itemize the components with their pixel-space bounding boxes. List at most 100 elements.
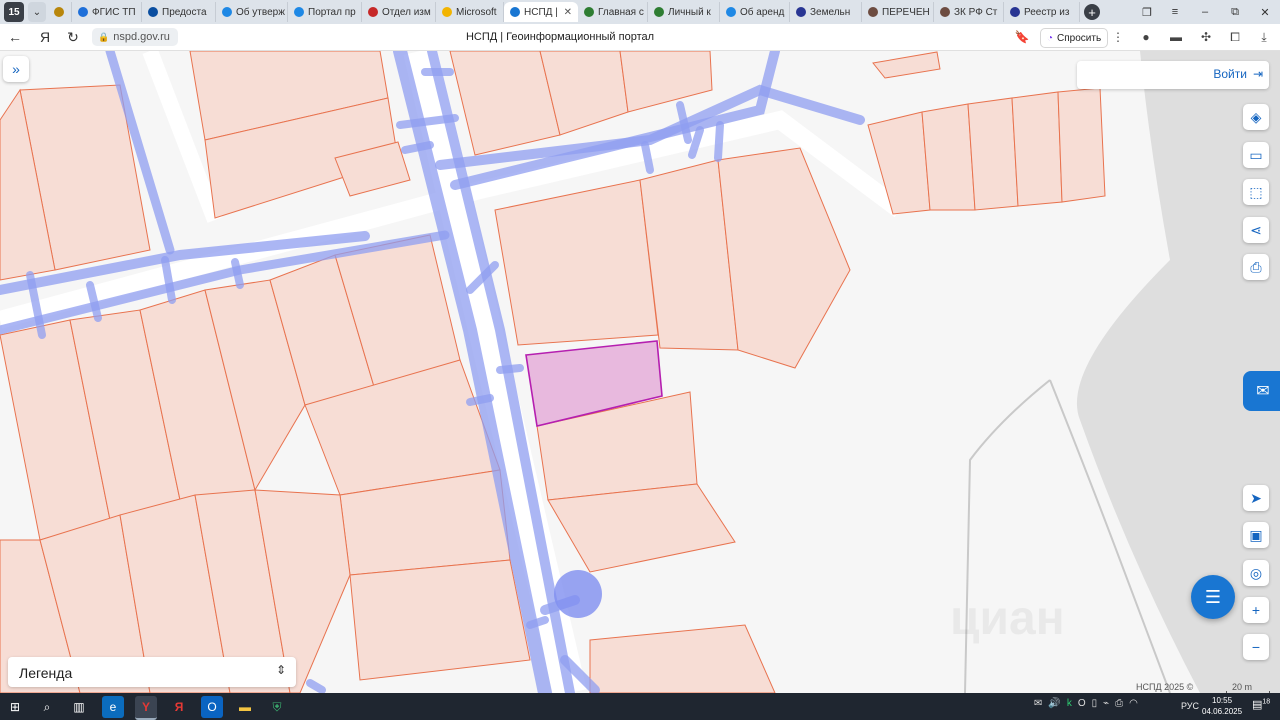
edge-app[interactable]: e [102,696,124,718]
login-label: Войти [1213,67,1247,81]
favicon-icon [1010,7,1020,17]
menu-button[interactable]: ≡ [1166,3,1184,21]
notification-count: 18 [1262,698,1271,706]
minimap-button[interactable]: ▣ [1243,522,1269,548]
bookmark-button[interactable]: 🔖 [1014,29,1030,45]
ask-button[interactable]: ◔ Спросить [1040,28,1109,48]
zoom-out-button[interactable]: − [1243,634,1269,660]
system-tray[interactable]: ✉ 🔊 k O ▯ ⌁ ⎙ ◠ [1034,698,1138,709]
land-parcel [494,179,659,346]
tab-label: Отдел изм [382,6,431,18]
login-button[interactable]: Войти ⇥ [1213,67,1263,81]
tab-label: Об утверж [236,6,285,18]
geolocation-button[interactable]: ◎ [1243,560,1269,586]
feedback-icon: ✉ [1256,383,1270,400]
collections-button[interactable]: ⧠ [1227,29,1243,45]
yandex-browser-icon: Y [141,700,150,714]
close-window-button[interactable]: ✕ [1256,3,1274,21]
tab[interactable]: Об утверж [216,2,288,22]
extension-button-1[interactable]: ● [1138,29,1154,45]
favicon-icon [584,7,594,17]
tab-label: Личный к [668,6,711,18]
collections-icon: ⧠ [1230,29,1240,44]
zoom-out-icon: − [1251,639,1261,655]
tab[interactable]: Реестр из [1004,2,1080,22]
security-app[interactable]: ⛨ [266,696,288,718]
downloads-button[interactable]: ⤓ [1256,29,1272,45]
select-area-icon: ⬚ [1249,183,1263,200]
notifications-button[interactable]: ▤18 [1252,698,1271,714]
minimize-button[interactable]: – [1196,3,1214,21]
tab-label: Главная с [598,6,644,18]
tab[interactable]: Главная с [578,2,648,22]
tab[interactable]: Об аренд [720,2,790,22]
tab-label: Портал пр [308,6,356,18]
tab-label: Предоста [162,6,207,18]
tab-list-dropdown[interactable]: ⌄ [28,2,46,22]
chevron-down-icon: ⌄ [32,6,42,18]
utility-line [641,141,654,174]
tab-groups-button[interactable]: ❐ [1138,3,1156,21]
restore-icon: ⧉ [1231,5,1239,18]
ruler-icon: ▭ [1249,146,1263,163]
tab[interactable]: ФГИС ТП [72,2,142,22]
select-area-button[interactable]: ⬚ [1243,179,1269,205]
start-button[interactable]: ⊞ [4,696,26,718]
tab-active[interactable]: НСПД | ✕ [504,2,578,22]
watermark: циан [950,592,1065,645]
tab[interactable]: ПЕРЕЧЕН [862,2,934,22]
favicon-icon [796,7,806,17]
print-button[interactable]: ⎙ [1243,254,1269,280]
extension-icon: ▬ [1170,30,1182,44]
close-tab-icon[interactable]: ✕ [564,7,572,18]
time: 10:55 [1212,696,1233,705]
outlook-tray-icon: O [1077,698,1086,709]
utility-line [466,394,494,406]
tab[interactable]: Microsoft [436,2,504,22]
more-options-button[interactable]: ⋮ [1110,29,1126,45]
yandex-app[interactable]: Я [168,696,190,718]
outlook-app[interactable]: O [201,696,223,718]
tab[interactable] [48,2,72,22]
tab[interactable]: Отдел изм [362,2,436,22]
favicon-icon [654,7,664,17]
chat-button[interactable]: ☰ [1191,575,1235,619]
extension-button-2[interactable]: ▬ [1168,29,1184,45]
language-indicator[interactable]: РУС [1181,701,1199,711]
tab[interactable]: Портал пр [288,2,362,22]
ruler-button[interactable]: ▭ [1243,142,1269,168]
geolocation-icon: ◎ [1249,564,1263,581]
explorer-app[interactable]: ▬ [234,696,256,718]
tab[interactable]: ЗК РФ Ст [934,2,1004,22]
search-button[interactable]: ⌕ [36,696,58,718]
yandex-icon: Я [174,700,184,714]
tab[interactable]: Личный к [648,2,720,22]
navigate-icon: ➤ [1250,489,1262,506]
page-title: НСПД | Геоинформационный портал [465,31,655,43]
clock[interactable]: 10:55 04.06.2025 [1202,695,1242,717]
tab[interactable]: Предоста [142,2,216,22]
map-canvas[interactable] [0,51,1280,693]
map-attribution: НСПД 2025 © [1136,682,1194,692]
share-button[interactable]: ⋖ [1243,217,1269,243]
zoom-in-button[interactable]: + [1243,597,1269,623]
restore-button[interactable]: ⧉ [1226,3,1244,21]
tab-counter[interactable]: 15 [4,2,24,22]
chevron-updown-icon[interactable]: ⇕ [276,663,286,677]
task-view-button[interactable]: ▥ [68,696,90,718]
yandex-browser-app[interactable]: Y [135,696,157,720]
extensions-button[interactable]: ✣ [1198,29,1214,45]
navigate-button[interactable]: ➤ [1243,485,1269,511]
tab-label: Реестр из [1024,6,1070,18]
legend-panel[interactable]: Легенда ⇕ [8,657,296,687]
new-tab-button[interactable]: + [1084,4,1100,20]
side-feedback-button[interactable]: ✉ [1243,371,1280,411]
search-icon: ⌕ [43,699,51,714]
favicon-icon [510,7,520,17]
windows-taskbar: ⊞ ⌕ ▥ e Y Я O ▬ ⛨ ✉ 🔊 k O ▯ ⌁ ⎙ ◠ РУС 10… [0,693,1280,720]
expand-panel-button[interactable]: » [3,56,29,82]
layers-button[interactable]: ◈ [1243,104,1269,130]
map-view[interactable]: » Войти ⇥ ◈ ▭ ⬚ ⋖ ⎙ ➤ ▣ ◎ + − ✉ ☰ циан Легенда ⇕ … [0,51,1280,693]
double-chevron-right-icon: » [12,61,20,77]
tab[interactable]: Земельн [790,2,862,22]
